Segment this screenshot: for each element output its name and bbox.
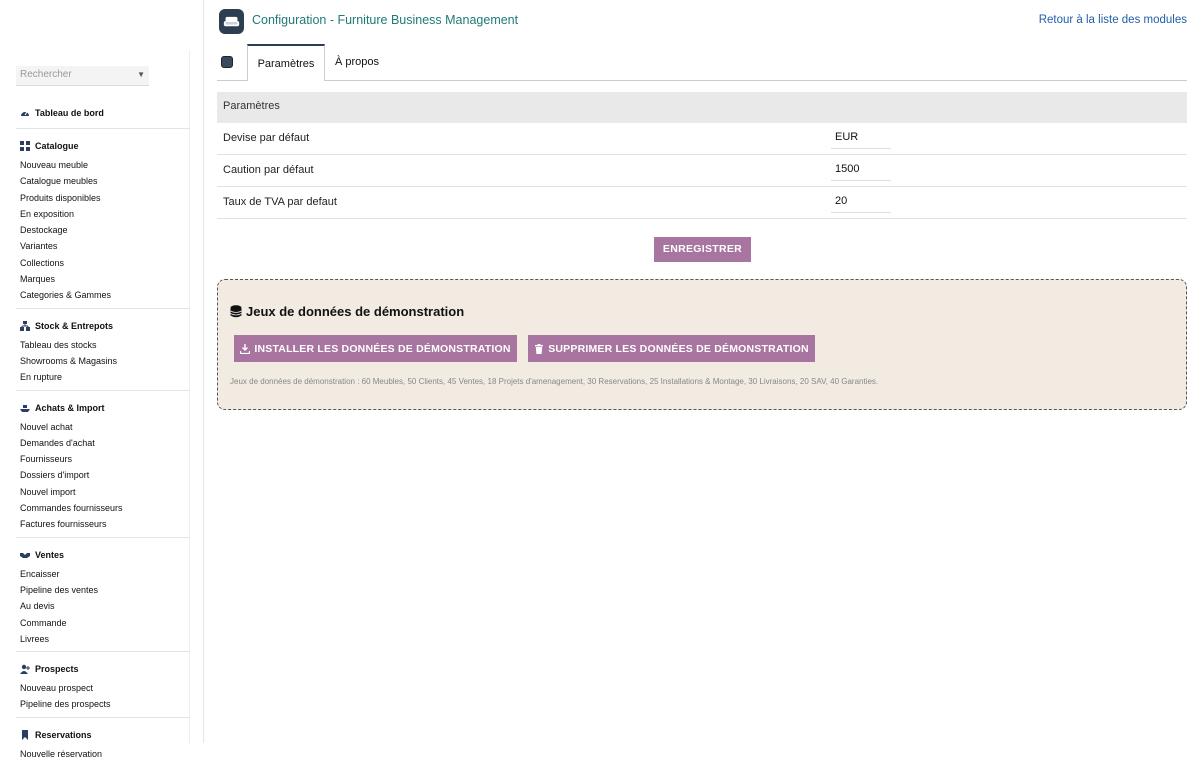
module-icon [221,56,233,68]
sidebar-item[interactable]: Showrooms & Magasins [20,353,190,369]
sidebar-section-label: Reservations [35,729,92,740]
section-prospects: Prospects Nouveau prospect Pipeline des … [16,651,190,717]
sidebar-item[interactable]: Tableau des stocks [20,337,190,353]
section-purchases: Achats & Import Nouvel achat Demandes d'… [16,389,190,537]
sidebar-item[interactable]: Fournisseurs [20,451,190,467]
vat-rate-field[interactable]: 20 [831,192,891,213]
sidebar-item[interactable]: Livrees [20,631,190,647]
param-row: Caution par défaut 1500 [217,155,1187,187]
section-stock: Stock & Entrepots Tableau des stocks Sho… [16,307,190,390]
demo-title-text: Jeux de données de démonstration [246,304,465,319]
sidebar-section-sales[interactable]: Ventes [20,544,190,566]
delete-demo-label: SUPPRIMER LES DONNÉES DE DÉMONSTRATION [548,342,809,355]
back-to-modules-link[interactable]: Retour à la liste des modules [1039,14,1187,26]
sidebar-item[interactable]: Marques [20,271,190,287]
sidebar-item[interactable]: Nouvel achat [20,419,190,435]
sidebar-section-stock[interactable]: Stock & Entrepots [20,315,190,337]
tab-parametres[interactable]: Paramètres [247,44,325,81]
search-placeholder: Rechercher [20,69,72,80]
sidebar-panel: Rechercher ▼ Tableau de bord Catalogue N… [16,50,190,759]
sidebar-item[interactable]: En rupture [20,369,190,385]
sidebar-item[interactable]: Destockage [20,222,190,238]
sidebar-item[interactable]: Encaisser [20,566,190,582]
sidebar-item[interactable]: Categories & Gammes [20,287,190,303]
sidebar: Rechercher ▼ Tableau de bord Catalogue N… [0,0,204,759]
params-table: Paramètres Devise par défaut EUR Caution… [217,92,1187,219]
sidebar-section-label: Achats & Import [35,402,105,413]
sidebar-section-label: Stock & Entrepots [35,320,114,331]
tab-a-propos[interactable]: À propos [332,44,382,81]
param-row: Taux de TVA par defaut 20 [217,187,1187,219]
params-heading: Paramètres [217,92,1187,123]
demo-data-panel: Jeux de données de démonstration INSTALL… [217,279,1187,410]
sidebar-item[interactable]: Commande [20,615,190,631]
ship-icon [20,403,30,413]
database-icon [230,305,242,318]
sidebar-item[interactable]: Dossiers d'import [20,467,190,483]
sidebar-item[interactable]: En exposition [20,206,190,222]
param-label: Caution par défaut [223,164,314,176]
save-button[interactable]: ENREGISTRER [654,237,751,262]
currency-field[interactable]: EUR [831,128,891,149]
sidebar-section-purchases[interactable]: Achats & Import [20,397,190,419]
install-demo-button[interactable]: INSTALLER LES DONNÉES DE DÉMONSTRATION [234,335,517,362]
warehouse-icon [20,320,30,331]
sidebar-item[interactable]: Nouvelle réservation [20,746,190,762]
handshake-icon [20,550,30,560]
sidebar-item[interactable]: Au devis [20,598,190,614]
sidebar-section-label: Catalogue [35,141,79,151]
sidebar-section-label: Ventes [35,549,65,560]
sidebar-item[interactable]: Variantes [20,238,190,254]
gauge-icon [20,108,30,118]
sidebar-section-catalogue[interactable]: Catalogue [20,135,190,157]
sidebar-item[interactable]: Nouveau prospect [20,680,190,696]
section-catalogue: Catalogue Nouveau meuble Catalogue meubl… [16,128,190,308]
section-dashboard: Tableau de bord [16,96,190,128]
download-icon [240,343,251,354]
param-row: Devise par défaut EUR [217,123,1187,155]
sidebar-item-dashboard[interactable]: Tableau de bord [20,102,190,124]
param-label: Taux de TVA par defaut [223,196,337,208]
param-label: Devise par défaut [223,132,310,144]
search-input[interactable]: Rechercher ▼ [16,66,149,86]
section-sales: Ventes Encaisser Pipeline des ventes Au … [16,536,190,651]
demo-title: Jeux de données de démonstration [230,304,464,319]
sidebar-item[interactable]: Catalogue meubles [20,173,190,189]
sidebar-item[interactable]: Commandes fournisseurs [20,500,190,516]
tab-bar: Paramètres À propos [217,44,1187,81]
install-demo-label: INSTALLER LES DONNÉES DE DÉMONSTRATION [254,342,511,355]
sidebar-section-prospects[interactable]: Prospects [20,658,190,680]
deposit-field[interactable]: 1500 [831,160,891,181]
grid-icon [20,141,30,151]
chevron-down-icon[interactable]: ▼ [137,70,145,79]
sidebar-section-reservations[interactable]: Reservations [20,724,190,746]
user-plus-icon [20,664,30,675]
section-reservations: Reservations Nouvelle réservation [16,716,190,766]
page-title: Configuration - Furniture Business Manag… [252,13,519,27]
sidebar-item[interactable]: Collections [20,255,190,271]
sidebar-item[interactable]: Factures fournisseurs [20,516,190,532]
trash-icon [535,343,544,354]
sidebar-section-label: Tableau de bord [35,108,104,118]
bookmark-icon [20,729,30,740]
sidebar-section-label: Prospects [35,664,79,675]
sidebar-item[interactable]: Pipeline des prospects [20,696,190,712]
sidebar-item[interactable]: Nouvel import [20,484,190,500]
sidebar-item[interactable]: Demandes d'achat [20,435,190,451]
sidebar-item[interactable]: Produits disponibles [20,190,190,206]
sidebar-item[interactable]: Pipeline des ventes [20,582,190,598]
sidebar-menu: Tableau de bord Catalogue Nouveau meuble… [16,96,190,766]
delete-demo-button[interactable]: SUPPRIMER LES DONNÉES DE DÉMONSTRATION [528,335,815,362]
demo-note: Jeux de données de démonstration : 60 Me… [230,377,879,386]
sidebar-item[interactable]: Nouveau meuble [20,157,190,173]
sofa-icon [219,9,244,34]
